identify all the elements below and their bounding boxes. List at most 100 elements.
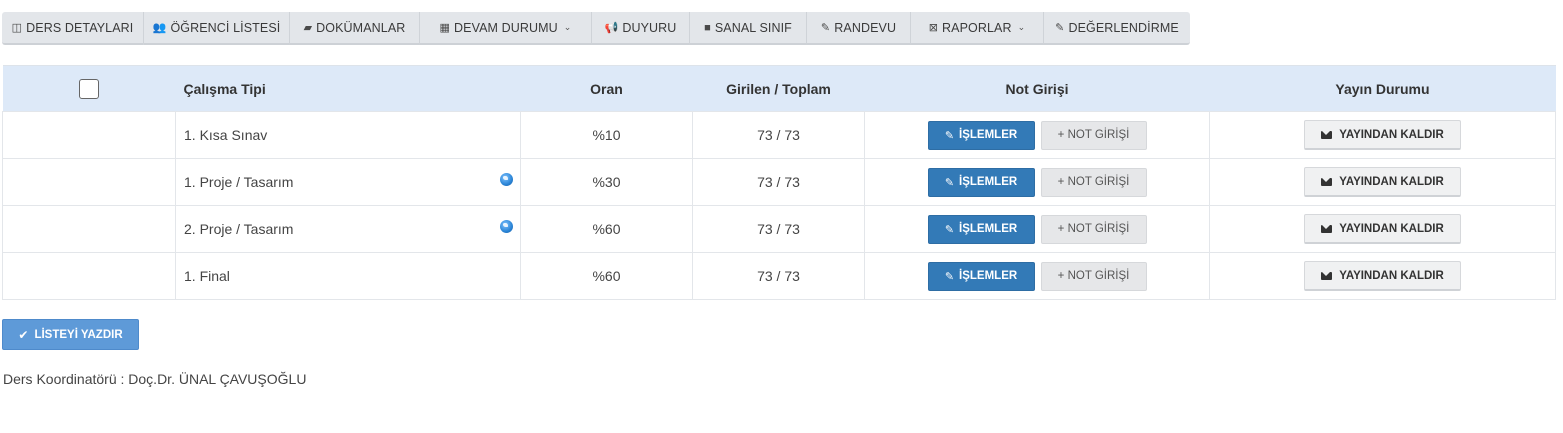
- select-all-cell: [2, 65, 176, 112]
- header-entered: Girilen / Toplam: [692, 65, 865, 112]
- row-select-cell: [2, 111, 176, 159]
- pencil-icon: ✎: [944, 270, 955, 283]
- operations-label: İŞLEMLER: [959, 176, 1018, 188]
- chevron-down-icon: ⌄: [563, 22, 572, 32]
- unpublish-label: YAYINDAN KALDIR: [1339, 128, 1444, 141]
- header-grade-entry: Not Girişi: [864, 65, 1210, 112]
- columns-icon: ◫: [11, 22, 23, 34]
- publish-cell: YAYINDAN KALDIR: [1209, 111, 1556, 159]
- book-icon: ▰: [303, 22, 313, 34]
- tab-attendance-label: DEVAM DURUMU: [454, 20, 558, 35]
- type-label: 2. Proje / Tasarım: [184, 221, 294, 237]
- operations-label: İŞLEMLER: [959, 223, 1018, 235]
- tab-course-details[interactable]: ◫ DERS DETAYLARI: [2, 12, 144, 45]
- type-cell: 1. Kısa Sınav: [175, 111, 521, 159]
- grade-entry-button[interactable]: + NOT GİRİŞİ: [1040, 214, 1147, 244]
- pencil-icon: ✎: [944, 176, 955, 189]
- header-type: Çalışma Tipi: [175, 65, 521, 112]
- unpublish-button[interactable]: YAYINDAN KALDIR: [1304, 214, 1461, 244]
- operations-button[interactable]: ✎ İŞLEMLER: [927, 261, 1035, 291]
- row-select-cell: [2, 158, 176, 206]
- publish-cell: YAYINDAN KALDIR: [1209, 158, 1556, 206]
- tab-evaluation-label: DEĞERLENDİRME: [1068, 20, 1179, 35]
- print-list-button[interactable]: ✔ LİSTEYİ YAZDIR: [2, 319, 139, 350]
- edit-icon: ✎: [820, 22, 831, 34]
- unpublish-button[interactable]: YAYINDAN KALDIR: [1304, 261, 1461, 291]
- envelope-icon: [1321, 271, 1333, 280]
- grade-entry-cell: ✎ İŞLEMLER + NOT GİRİŞİ: [864, 158, 1210, 206]
- grade-entry-button[interactable]: + NOT GİRİŞİ: [1040, 167, 1147, 197]
- tab-appointment[interactable]: ✎ RANDEVU: [807, 12, 911, 45]
- grade-entry-cell: ✎ İŞLEMLER + NOT GİRİŞİ: [864, 252, 1210, 300]
- rate-cell: %30: [520, 158, 693, 206]
- video-icon: ■: [704, 21, 711, 34]
- header-rate: Oran: [520, 65, 693, 112]
- tab-evaluation[interactable]: ✎ DEĞERLENDİRME: [1044, 12, 1190, 45]
- operations-button[interactable]: ✎ İŞLEMLER: [927, 120, 1035, 150]
- pencil-icon: ✎: [1055, 22, 1065, 34]
- grade-entry-button[interactable]: + NOT GİRİŞİ: [1040, 120, 1147, 150]
- pencil-icon: ✎: [944, 129, 955, 142]
- globe-icon: [500, 173, 513, 186]
- envelope-icon: [1321, 177, 1333, 186]
- rate-cell: %60: [520, 205, 693, 253]
- tab-student-list[interactable]: 👥 ÖĞRENCİ LİSTESİ: [144, 12, 290, 45]
- row-select-cell: [2, 205, 176, 253]
- entered-cell: 73 / 73: [692, 111, 865, 159]
- table-header-row: Çalışma Tipi Oran Girilen / Toplam Not G…: [2, 65, 1556, 112]
- chevron-down-icon: ⌄: [1017, 22, 1026, 32]
- bullhorn-icon: 📢: [604, 22, 619, 34]
- tab-attendance[interactable]: ▦ DEVAM DURUMU ⌄: [420, 12, 592, 45]
- tab-documents-label: DOKÜMANLAR: [316, 20, 406, 35]
- table-row: 1. Kısa Sınav %10 73 / 73 ✎ İŞLEMLER + NOT…: [2, 111, 1556, 159]
- print-list-label: LİSTEYİ YAZDIR: [34, 328, 123, 341]
- publish-cell: YAYINDAN KALDIR: [1209, 205, 1556, 253]
- tab-course-details-label: DERS DETAYLARI: [26, 20, 134, 35]
- operations-label: İŞLEMLER: [959, 270, 1018, 282]
- operations-button[interactable]: ✎ İŞLEMLER: [927, 167, 1035, 197]
- publish-cell: YAYINDAN KALDIR: [1209, 252, 1556, 300]
- tab-virtual-class[interactable]: ■ SANAL SINIF: [690, 12, 807, 45]
- header-publish: Yayın Durumu: [1209, 65, 1556, 112]
- type-cell: 1. Proje / Tasarım: [175, 158, 521, 206]
- pencil-icon: ✎: [944, 223, 955, 236]
- unpublish-label: YAYINDAN KALDIR: [1339, 175, 1444, 188]
- tab-announcement[interactable]: 📢 DUYURU: [592, 12, 690, 45]
- table-row: 1. Proje / Tasarım %30 73 / 73 ✎ İŞLEMLER…: [2, 158, 1556, 206]
- table-row: 2. Proje / Tasarım %60 73 / 73 ✎ İŞLEMLER…: [2, 205, 1556, 253]
- tab-announcement-label: DUYURU: [622, 20, 677, 35]
- tab-student-list-label: ÖĞRENCİ LİSTESİ: [170, 20, 281, 35]
- tab-reports[interactable]: ⊠ RAPORLAR ⌄: [911, 12, 1044, 45]
- type-label: 1. Kısa Sınav: [184, 127, 268, 143]
- excel-file-icon: ⊠: [928, 22, 939, 34]
- entered-cell: 73 / 73: [692, 252, 865, 300]
- course-toolbar: ◫ DERS DETAYLARI 👥 ÖĞRENCİ LİSTESİ ▰ DOK…: [2, 12, 1190, 45]
- unpublish-label: YAYINDAN KALDIR: [1339, 222, 1444, 235]
- type-label: 1. Final: [184, 268, 230, 284]
- unpublish-button[interactable]: YAYINDAN KALDIR: [1304, 167, 1461, 197]
- rate-cell: %10: [520, 111, 693, 159]
- envelope-icon: [1321, 224, 1333, 233]
- calendar-icon: ▦: [439, 22, 451, 34]
- course-coordinator: Ders Koordinatörü : Doç.Dr. ÜNAL ÇAVUŞOĞ…: [3, 371, 307, 387]
- unpublish-label: YAYINDAN KALDIR: [1339, 269, 1444, 282]
- tab-documents[interactable]: ▰ DOKÜMANLAR: [290, 12, 420, 45]
- type-cell: 1. Final: [175, 252, 521, 300]
- rate-cell: %60: [520, 252, 693, 300]
- grade-entry-cell: ✎ İŞLEMLER + NOT GİRİŞİ: [864, 111, 1210, 159]
- operations-label: İŞLEMLER: [959, 129, 1018, 141]
- unpublish-button[interactable]: YAYINDAN KALDIR: [1304, 120, 1461, 150]
- type-cell: 2. Proje / Tasarım: [175, 205, 521, 253]
- assessment-table: Çalışma Tipi Oran Girilen / Toplam Not G…: [2, 65, 1556, 300]
- tab-virtual-class-label: SANAL SINIF: [714, 20, 792, 35]
- table-row: 1. Final %60 73 / 73 ✎ İŞLEMLER + NOT GİRİ…: [2, 252, 1556, 300]
- envelope-icon: [1321, 130, 1333, 139]
- entered-cell: 73 / 73: [692, 158, 865, 206]
- operations-button[interactable]: ✎ İŞLEMLER: [927, 214, 1035, 244]
- check-icon: ✔: [18, 327, 29, 342]
- select-all-checkbox[interactable]: [79, 78, 99, 99]
- grade-entry-button[interactable]: + NOT GİRİŞİ: [1040, 261, 1147, 291]
- type-label: 1. Proje / Tasarım: [184, 174, 294, 190]
- globe-icon: [500, 220, 513, 233]
- tab-appointment-label: RANDEVU: [834, 20, 897, 35]
